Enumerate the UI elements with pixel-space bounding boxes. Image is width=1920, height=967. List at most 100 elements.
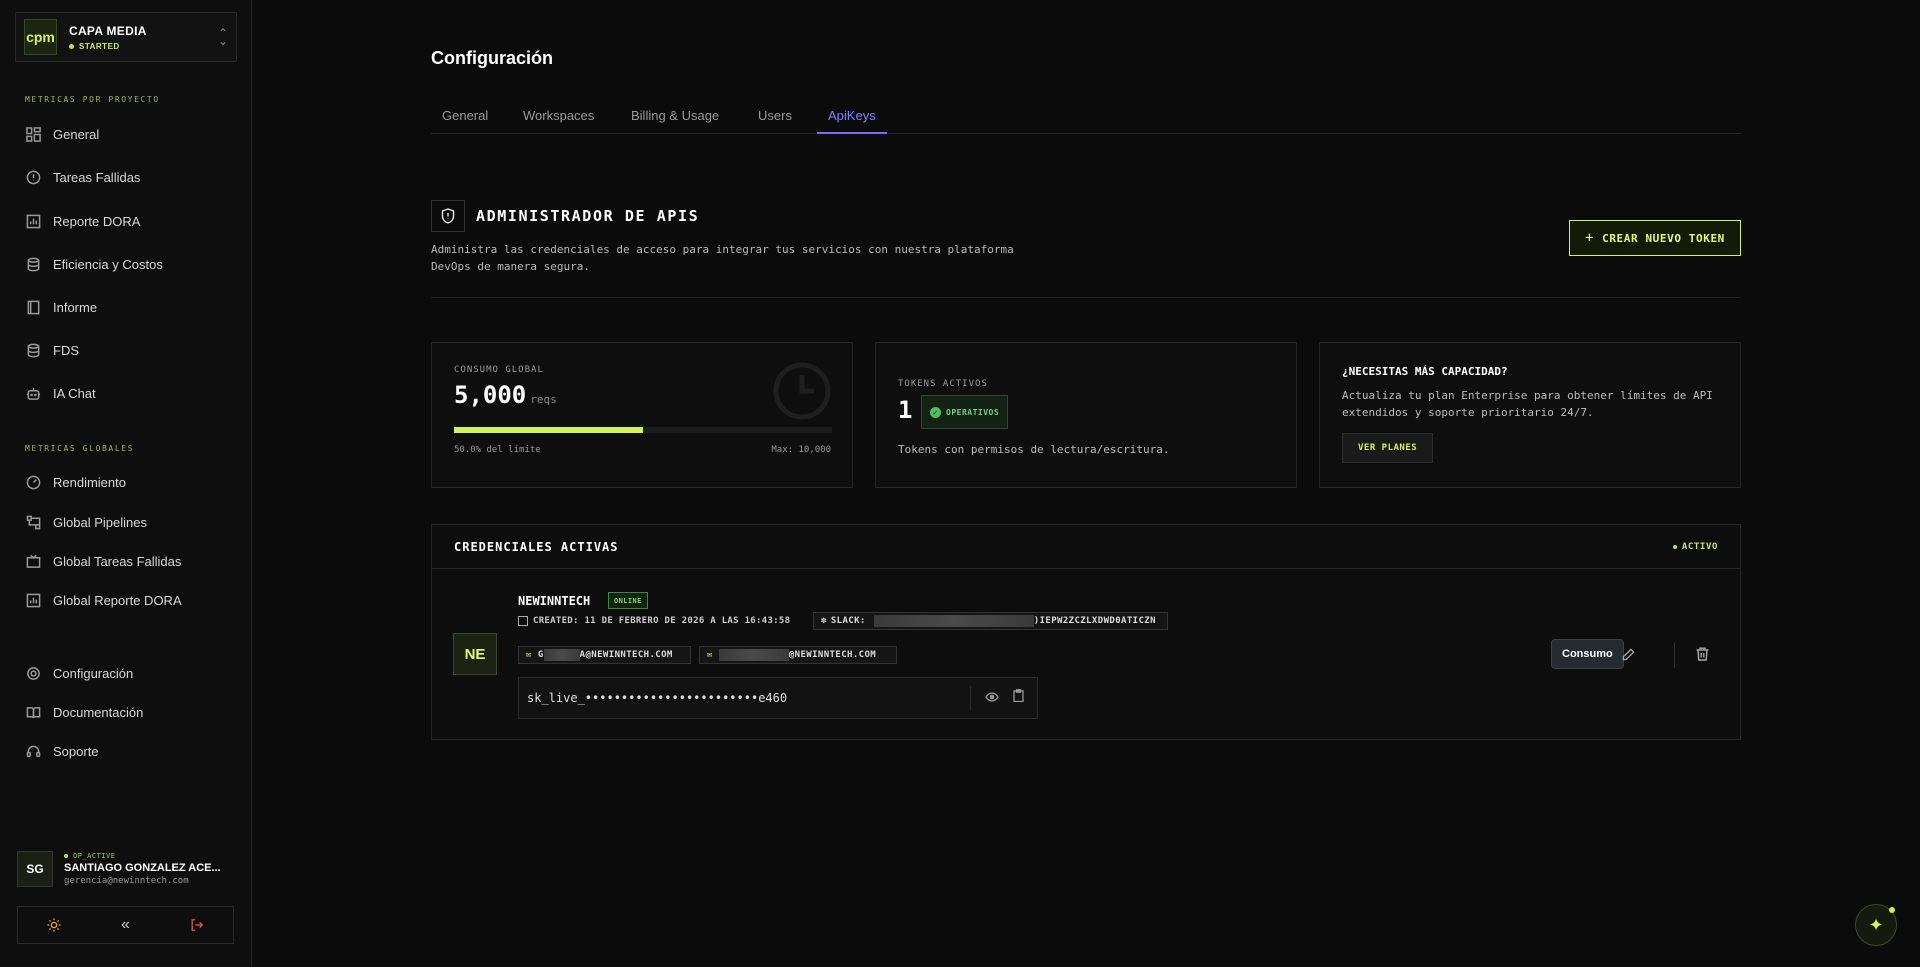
chevron-updown-icon: ⌃ ⌄ [217,26,228,48]
pencil-icon [1622,647,1635,660]
database-icon [25,342,41,358]
redacted-block [543,649,580,661]
tab-general[interactable]: General [431,106,499,134]
tab-billing-usage[interactable]: Billing & Usage [620,106,730,134]
calendar-icon [518,616,528,626]
sidebar-item-general[interactable]: General [25,122,99,146]
email-chip-2: ✉ @NEWINNTECH.COM [699,646,897,664]
user-email: gerencia@newinntech.com [64,876,189,886]
eye-icon [985,692,999,702]
alert-circle-icon [25,169,41,185]
collapse-sidebar-button[interactable]: « [110,910,140,940]
sidebar-item-reporte-dora[interactable]: Reporte DORA [25,209,140,233]
credential-avatar: NE [453,633,497,675]
bot-icon [25,385,41,401]
check-circle-icon: ✓ [930,406,941,418]
usage-progress-bar [454,427,832,433]
redacted-block [718,649,789,661]
api-key-value: sk_live_••••••••••••••••••••••••e460 [527,691,788,705]
usage-max: Max: 10,000 [771,445,831,455]
database-icon [25,256,41,272]
shield-icon [431,200,465,232]
bar-chart-icon [25,592,41,608]
settings-tabs: General Workspaces Billing & Usage Users… [431,106,1741,134]
delete-credential-button[interactable] [1689,641,1715,667]
tokens-count: 1 [898,396,913,424]
page-title: Configuración [431,48,553,68]
sparkles-icon: ✦ [1868,914,1884,935]
sidebar-item-informe[interactable]: Informe [25,295,97,319]
credentials-title: CREDENCIALES ACTIVAS [454,539,619,554]
created-date: CREATED: 11 DE FEBRERO DE 2026 A LAS 16:… [518,616,790,626]
sidebar-item-global-reporte-dora[interactable]: Global Reporte DORA [25,588,182,612]
mail-icon: ✉ [707,650,713,660]
clock-icon [773,362,831,420]
trash-icon [1696,647,1708,661]
gear-icon [25,665,41,681]
plus-icon: + [1585,230,1595,246]
slack-icon: ✽ [821,616,827,626]
upgrade-description: Actualiza tu plan Enterprise para obtene… [1342,389,1713,419]
notification-dot [1889,907,1895,913]
tab-workspaces[interactable]: Workspaces [512,106,605,134]
sidebar-item-global-tareas-fallidas[interactable]: Global Tareas Fallidas [25,549,181,573]
logout-icon [191,919,204,931]
consumo-button[interactable]: Consumo [1551,639,1624,669]
divider [1674,642,1675,668]
sidebar-item-configuracion[interactable]: Configuración [25,661,133,685]
book-icon [25,299,41,315]
sidebar-item-fds[interactable]: FDS [25,338,79,362]
logout-button[interactable] [182,910,212,940]
clipboard-icon [1012,689,1024,703]
headset-icon [25,743,41,759]
gauge-icon [25,474,41,490]
bar-chart-icon [25,213,41,229]
sidebar-item-global-pipelines[interactable]: Global Pipelines [25,510,147,534]
credentials-status: ACTIVO [1672,542,1718,552]
ai-assistant-button[interactable]: ✦ [1855,904,1897,946]
slack-chip: ✽ SLACK: )IEPW2ZCZLXDWD0ATICZN [813,612,1168,630]
view-plans-button[interactable]: VER PLANES [1342,433,1434,463]
email-chip-1: ✉ G A@NEWINNTECH.COM [518,646,691,664]
avatar: SG [17,851,53,887]
tokens-card: TOKENS ACTIVOS 1 ✓ OPERATIVOS Tokens con… [875,342,1297,488]
workspace-logo: cpm [24,19,57,55]
online-badge: ONLINE [608,592,648,609]
usage-percent: 50.0% del límite [454,445,541,455]
operativos-badge: ✓ OPERATIVOS [921,395,1009,429]
sun-icon [47,918,61,932]
usage-card: CONSUMO GLOBAL 5,000 reqs 50.0% del lími… [431,342,853,488]
tab-apikeys[interactable]: ApiKeys [817,106,887,134]
sidebar-item-ia-chat[interactable]: IA Chat [25,381,96,405]
workspace-switcher[interactable]: cpm CAPA MEDIA STARTED ⌃ ⌄ [15,12,237,62]
sidebar-item-soporte[interactable]: Soporte [25,739,99,763]
sidebar-bottom-bar: « [17,906,234,944]
chevrons-left-icon: « [121,916,130,933]
usage-progress-fill [454,427,643,433]
create-token-button[interactable]: + CREAR NUEVO TOKEN [1569,220,1741,256]
upgrade-title: ¿NECESITAS MÁS CAPACIDAD? [1342,365,1508,378]
tab-users[interactable]: Users [747,106,803,134]
credential-name: NEWINNTECH [518,594,591,608]
sidebar-item-tareas-fallidas[interactable]: Tareas Fallidas [25,165,140,189]
sidebar-item-documentacion[interactable]: Documentación [25,700,143,724]
user-status: OP_ACTIVE [64,852,221,860]
sidebar-item-rendimiento[interactable]: Rendimiento [25,470,126,494]
usage-value: 5,000 [454,381,527,409]
edit-credential-button[interactable] [1615,641,1641,667]
reveal-key-button[interactable] [979,689,1005,707]
upgrade-card: ¿NECESITAS MÁS CAPACIDAD? Actualiza tu p… [1319,342,1741,488]
sidebar-item-eficiencia-costos[interactable]: Eficiencia y Costos [25,252,163,276]
credentials-panel: CREDENCIALES ACTIVAS ACTIVO NE NEWINNTEC… [431,524,1741,740]
mail-icon: ✉ [526,650,532,660]
sidebar: cpm CAPA MEDIA STARTED ⌃ ⌄ METRICAS POR P… [0,0,252,967]
tokens-description: Tokens con permisos de lectura/escritura… [898,443,1170,456]
user-card[interactable]: SG OP_ACTIVE SANTIAGO GONZALEZ ACE... ge… [17,846,237,892]
workflow-icon [25,514,41,530]
workspace-name: CAPA MEDIA [69,23,147,38]
api-key-field: sk_live_••••••••••••••••••••••••e460 [518,677,1038,719]
usage-label: CONSUMO GLOBAL [454,365,544,375]
theme-toggle-button[interactable] [39,910,69,940]
copy-key-button[interactable] [1005,689,1031,707]
usage-unit: reqs [530,393,557,406]
